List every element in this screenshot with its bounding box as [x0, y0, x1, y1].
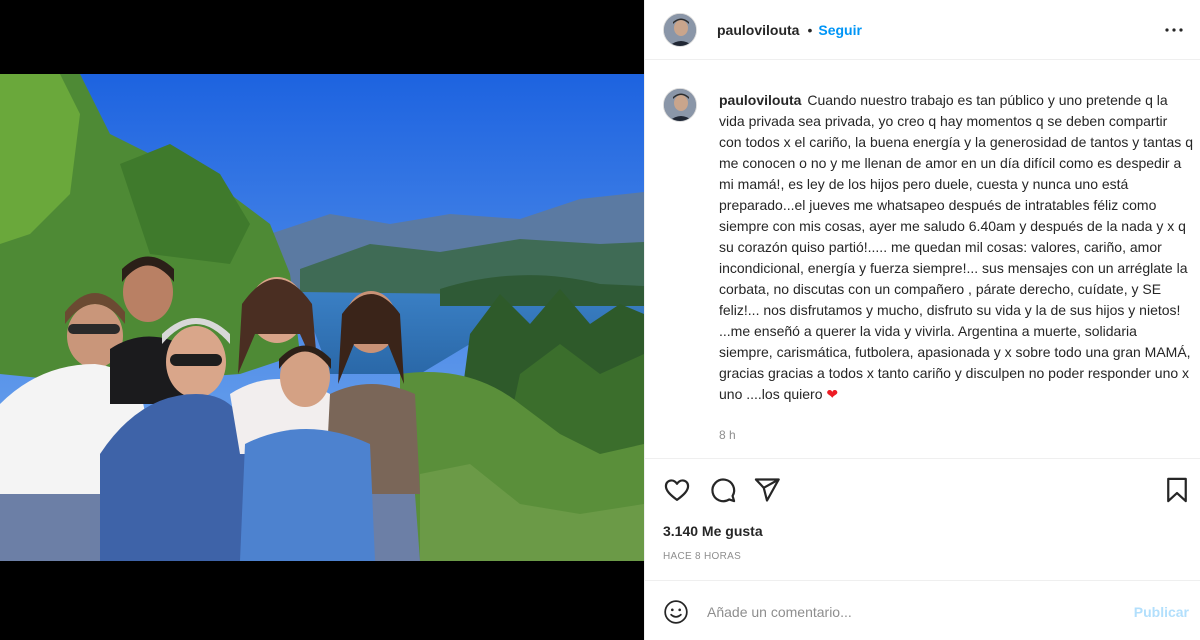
bookmark-icon[interactable]: [1163, 476, 1191, 504]
caption-body: Cuando nuestro trabajo es tan público y …: [719, 92, 1193, 402]
caption-text: paulovilouta Cuando nuestro trabajo es t…: [719, 90, 1193, 405]
heart-icon[interactable]: [663, 476, 691, 504]
likes-count[interactable]: 3.140 Me gusta: [663, 523, 763, 539]
avatar-image: [664, 89, 696, 121]
media-panel: [0, 0, 644, 640]
more-options-icon[interactable]: [1162, 18, 1186, 42]
follow-button[interactable]: Seguir: [818, 22, 862, 38]
post-header: paulovilouta • Seguir: [645, 0, 1200, 60]
comment-composer: Publicar: [645, 580, 1200, 640]
action-bar: [645, 466, 1200, 516]
comment-icon[interactable]: [709, 476, 737, 504]
avatar-image: [664, 13, 696, 46]
caption-username-link[interactable]: paulovilouta: [719, 92, 801, 108]
caption-avatar[interactable]: [663, 88, 697, 122]
share-icon[interactable]: [753, 476, 781, 504]
red-heart-emoji: ❤: [826, 386, 839, 402]
caption-timestamp[interactable]: 8 h: [719, 428, 736, 442]
post-details-panel: paulovilouta • Seguir paulovilouta Cuand…: [644, 0, 1200, 640]
family-lake-photo: [0, 74, 644, 561]
post-timestamp[interactable]: HACE 8 HORAS: [663, 551, 741, 562]
post-photo[interactable]: [0, 74, 644, 561]
avatar[interactable]: [663, 12, 697, 47]
username-link[interactable]: paulovilouta: [717, 22, 799, 38]
separator-dot: •: [807, 21, 813, 38]
comment-input[interactable]: [707, 599, 1107, 625]
publish-button[interactable]: Publicar: [1134, 604, 1189, 620]
emoji-icon[interactable]: [663, 599, 689, 625]
caption-section: paulovilouta Cuando nuestro trabajo es t…: [645, 61, 1200, 459]
